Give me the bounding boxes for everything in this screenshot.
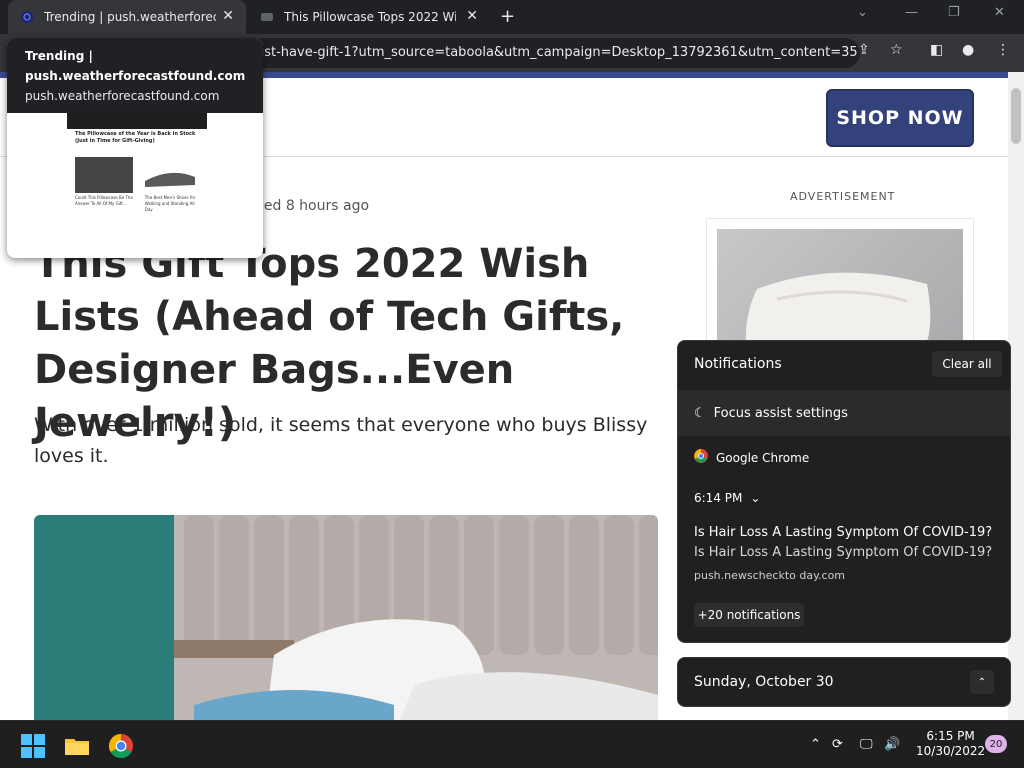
- windows-start-icon[interactable]: [20, 733, 46, 759]
- notification-badge[interactable]: 20: [985, 735, 1007, 753]
- tab-strip: Trending | push.weatherforecastfo ✕ This…: [0, 0, 1024, 34]
- ad-box[interactable]: [706, 218, 974, 359]
- site-favicon-icon: [260, 10, 274, 24]
- tab-search-icon[interactable]: ⌄: [857, 5, 868, 20]
- thumb-grid: [67, 147, 207, 193]
- thumb-headline: The Pillowcase of the Year is Back in St…: [75, 131, 196, 144]
- clock-time: 6:15 PM: [926, 729, 975, 743]
- shop-now-button[interactable]: SHOP NOW: [826, 89, 974, 147]
- hover-card-thumbnail: The Pillowcase of the Year is Back in St…: [67, 113, 207, 258]
- hover-card-header: Trending | push.weatherforecastfound.com…: [7, 38, 263, 113]
- hero-image: [34, 515, 658, 720]
- clear-all-button[interactable]: Clear all: [932, 351, 1002, 377]
- file-explorer-icon[interactable]: [64, 733, 90, 759]
- tab-title: Trending | push.weatherforecastfo: [44, 10, 216, 24]
- close-tab-icon[interactable]: ✕: [466, 8, 478, 24]
- tab-trending[interactable]: Trending | push.weatherforecastfo ✕: [8, 0, 246, 34]
- moon-icon: ☾: [694, 405, 706, 421]
- hover-card-title: Trending | push.weatherforecastfound.com: [25, 49, 246, 83]
- tab-title: This Pillowcase Tops 2022 Wish Lis: [284, 10, 456, 24]
- focus-assist-settings[interactable]: ☾ Focus assist settings: [678, 390, 1010, 436]
- notification-time: 6:14 PM: [694, 491, 743, 505]
- profile-icon[interactable]: ●: [962, 42, 974, 58]
- clock-date: 10/30/2022: [916, 744, 986, 758]
- chevron-up-tray-icon[interactable]: ⌃: [810, 737, 821, 752]
- taskbar-clock[interactable]: 6:15 PM 10/30/2022: [916, 729, 985, 759]
- notification-source: push.newscheckto day.com: [694, 569, 846, 582]
- thumb-caption-2: The Best Men's Shoes for Walking and Sta…: [144, 195, 196, 212]
- chevron-down-icon[interactable]: ⌄: [750, 491, 760, 505]
- calendar-flyout: Sunday, October 30 ⌃: [677, 657, 1011, 707]
- app-name: Google Chrome: [716, 450, 810, 465]
- bookmark-star-icon[interactable]: ☆: [890, 42, 903, 58]
- notification-body: Is Hair Loss A Lasting Symptom Of COVID-…: [694, 545, 993, 560]
- notification-center: Notifications Clear all ☾ Focus assist s…: [677, 340, 1011, 643]
- taskbar: ⌃ ⟳ 🖵 🔊 6:15 PM 10/30/2022 20: [0, 720, 1024, 768]
- tab-pillowcase[interactable]: This Pillowcase Tops 2022 Wish Lis ✕: [250, 0, 490, 34]
- menu-kebab-icon[interactable]: ⋮: [996, 42, 1010, 58]
- advertisement-label: ADVERTISEMENT: [790, 190, 896, 203]
- hover-card-url: push.weatherforecastfound.com: [25, 89, 220, 103]
- thumb-img-2: [141, 157, 199, 193]
- thumb-top-image: [67, 113, 207, 129]
- notification-title[interactable]: Is Hair Loss A Lasting Symptom Of COVID-…: [694, 525, 992, 540]
- calendar-date: Sunday, October 30: [694, 674, 834, 690]
- thumb-img-1: [75, 157, 133, 193]
- volume-icon[interactable]: 🔊: [884, 737, 900, 752]
- close-window-button[interactable]: ✕: [994, 5, 1005, 20]
- new-tab-button[interactable]: +: [500, 6, 515, 27]
- focus-assist-label: Focus assist settings: [713, 405, 848, 421]
- notification-time-row[interactable]: 6:14 PM ⌄: [694, 491, 760, 505]
- thumb-captions: Could This Pillowcase Be The Answer To A…: [67, 193, 207, 215]
- notifications-title: Notifications: [694, 356, 782, 372]
- article-subhead: With over 1 million sold, it seems that …: [34, 414, 648, 467]
- network-icon[interactable]: 🖵: [860, 737, 873, 752]
- tab-hover-card: Trending | push.weatherforecastfound.com…: [7, 38, 263, 258]
- more-notifications-button[interactable]: +20 notifications: [694, 603, 804, 627]
- restore-button[interactable]: ❐: [948, 5, 960, 20]
- scrollbar-thumb[interactable]: [1011, 88, 1021, 144]
- chrome-taskbar-icon[interactable]: [108, 733, 134, 759]
- published-time: hed 8 hours ago: [255, 198, 370, 214]
- close-tab-icon[interactable]: ✕: [222, 8, 234, 24]
- site-favicon-icon: [20, 10, 34, 24]
- minimize-button[interactable]: —: [905, 5, 918, 20]
- thumb-caption-1: Could This Pillowcase Be The Answer To A…: [75, 195, 133, 206]
- share-icon[interactable]: ⇪: [858, 42, 870, 58]
- sync-icon[interactable]: ⟳: [832, 737, 843, 752]
- side-panel-icon[interactable]: ◧: [930, 42, 943, 58]
- chevron-up-icon[interactable]: ⌃: [970, 670, 994, 694]
- chrome-icon: [694, 449, 708, 466]
- notification-app-row: Google Chrome: [694, 449, 809, 466]
